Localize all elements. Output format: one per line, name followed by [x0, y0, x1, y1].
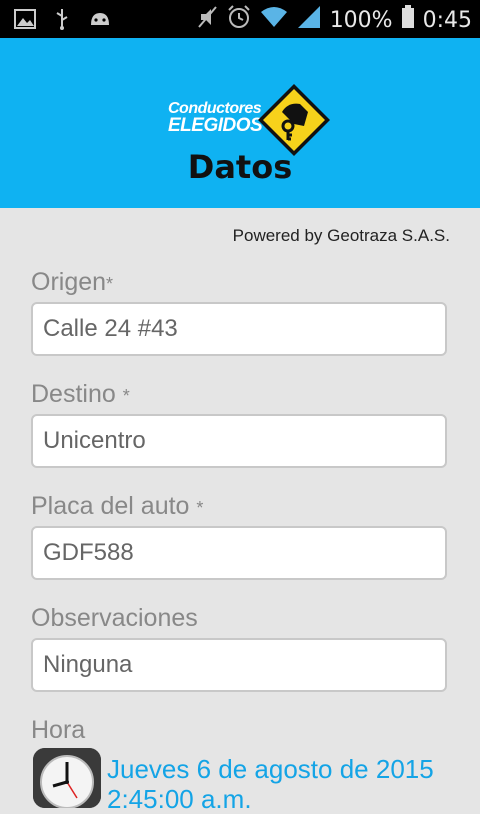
hora-datetime[interactable]: Jueves 6 de agosto de 2015 2:45:00 a.m.: [107, 754, 467, 814]
origen-label: Origen*: [31, 268, 114, 296]
placa-label: Placa del auto *: [31, 492, 204, 520]
observaciones-label: Observaciones: [31, 604, 198, 632]
powered-by-text: Powered by Geotraza S.A.S.: [232, 226, 450, 245]
destino-field[interactable]: Unicentro: [31, 414, 447, 468]
wifi-icon: [260, 6, 288, 34]
hora-date: Jueves 6 de agosto de 2015: [107, 754, 434, 784]
key-sign-icon: [258, 84, 330, 156]
hora-time: 2:45:00 a.m.: [107, 784, 252, 814]
signal-icon: [296, 5, 322, 35]
alarm-icon: [226, 4, 252, 36]
android-icon: [88, 9, 112, 33]
hora-label: Hora: [31, 716, 86, 744]
battery-percent: 100%: [329, 7, 393, 33]
logo-text-line2: ELEGIDOS: [168, 115, 263, 136]
mute-icon: [196, 5, 218, 35]
origen-field[interactable]: Calle 24 #43: [31, 302, 447, 356]
clock-icon[interactable]: [33, 748, 101, 809]
observaciones-field[interactable]: Ninguna: [31, 638, 447, 692]
usb-icon: [54, 8, 70, 34]
clock-time: 0:45: [422, 7, 472, 33]
page-title: Datos: [187, 148, 293, 186]
destino-label: Destino *: [31, 380, 130, 408]
app-header: Conductores ELEGIDOS Datos: [0, 38, 480, 208]
image-icon: [14, 9, 36, 33]
placa-field[interactable]: GDF588: [31, 526, 447, 580]
status-bar: 100% 0:45: [0, 0, 480, 38]
battery-icon: [401, 5, 415, 35]
